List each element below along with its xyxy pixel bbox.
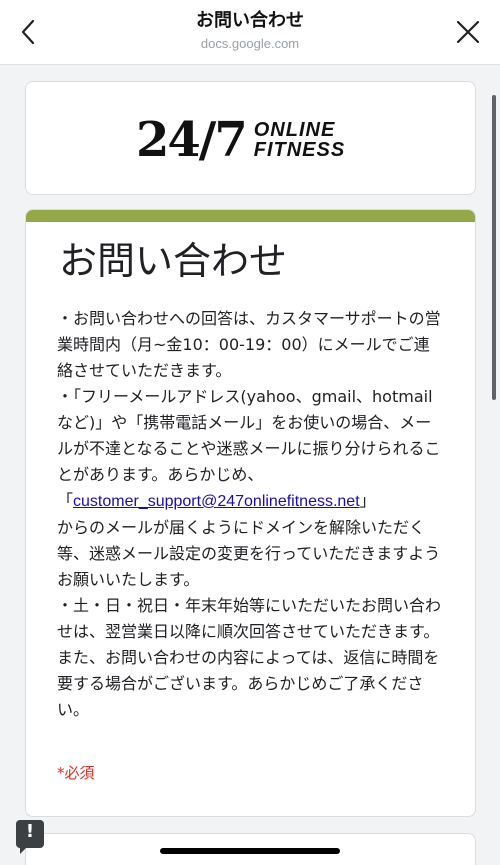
browser-header: お問い合わせ docs.google.com	[0, 0, 500, 65]
form-header-card: お問い合わせ ・お問い合わせへの回答は、カスタマーサポートの営業時間内（月~金1…	[25, 209, 476, 817]
page-url: docs.google.com	[200, 36, 300, 51]
email-bracket-close: 」	[359, 491, 376, 510]
form-scroll-area[interactable]: 24/7 ONLINE FITNESS お問い合わせ ・お問い合わせへの回答は、…	[0, 65, 500, 865]
email-bracket-open: 「	[57, 491, 74, 510]
page-title: お問い合わせ	[196, 10, 304, 31]
description-paragraph: ・土・日・祝日・年末年始等にいただいたお問い合わせは、翌営業日以降に順次回答させ…	[57, 596, 442, 719]
back-button[interactable]	[10, 12, 46, 52]
logo-number: 24/7	[136, 112, 248, 168]
support-email-link[interactable]: customer_support@247onlinefitness.net	[73, 493, 360, 510]
scrollbar-thumb[interactable]	[492, 95, 496, 400]
logo-word-online: ONLINE	[253, 119, 336, 141]
email-line: 「customer_support@247onlinefitness.net」	[57, 488, 445, 515]
form-title: お問い合わせ	[59, 239, 288, 283]
brand-logo: 24/7 ONLINE FITNESS	[136, 112, 345, 168]
description-paragraph: ・お問い合わせへの回答は、カスタマーサポートの営業時間内（月~金10：00-19…	[57, 309, 441, 380]
close-button[interactable]	[448, 12, 488, 52]
description-paragraph: からのメールが届くようにドメインを解除いただく等、迷惑メール設定の変更を行ってい…	[57, 518, 441, 589]
chevron-left-icon	[21, 19, 35, 45]
form-accent-bar	[26, 210, 475, 222]
logo-words: ONLINE FITNESS	[254, 120, 345, 160]
logo-word-fitness: FITNESS	[253, 139, 346, 161]
close-icon	[456, 20, 480, 44]
required-note: *必須	[57, 764, 95, 782]
description-paragraph: ・「フリーメールアドレス(yahoo、gmail、hotmailなど)」や「携帯…	[57, 387, 441, 484]
header-image-card: 24/7 ONLINE FITNESS	[25, 81, 476, 195]
header-title-group: お問い合わせ docs.google.com	[100, 9, 400, 53]
report-icon[interactable]: !	[16, 820, 44, 854]
form-description: ・お問い合わせへの回答は、カスタマーサポートの営業時間内（月~金10：00-19…	[57, 306, 445, 723]
home-indicator	[160, 848, 340, 854]
